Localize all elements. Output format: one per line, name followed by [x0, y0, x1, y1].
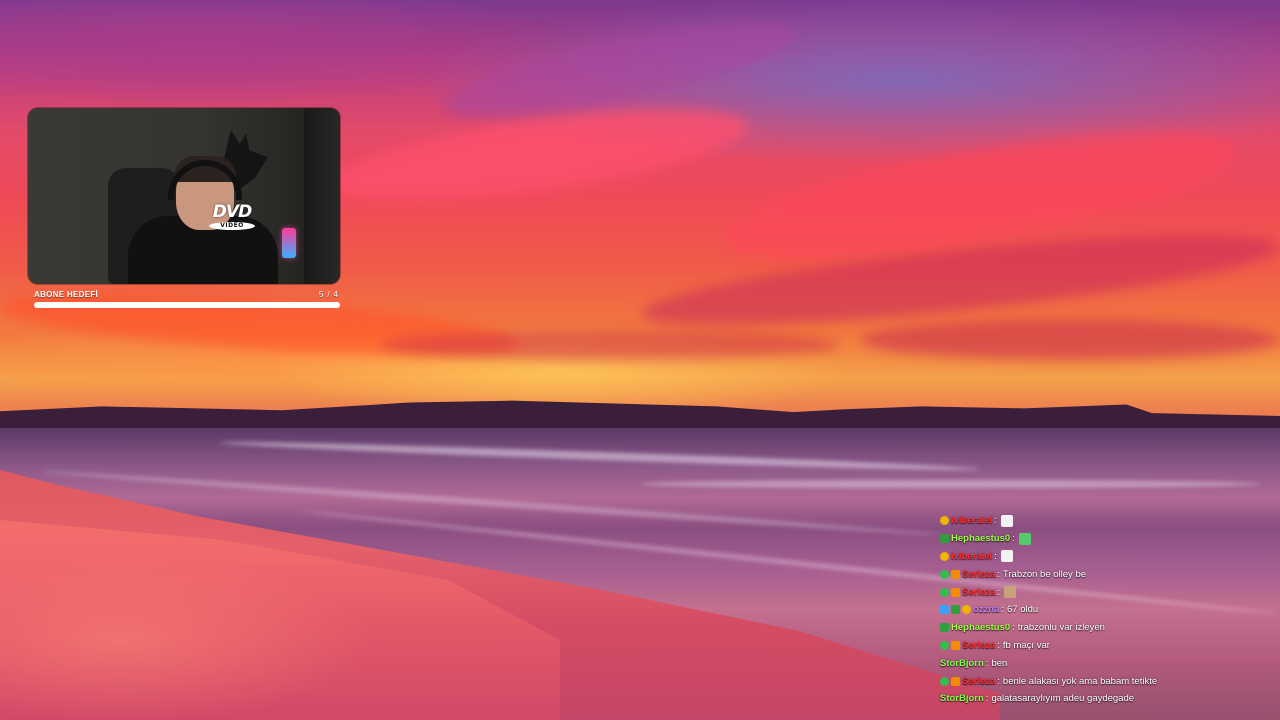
green-arrow-icon [951, 605, 960, 615]
chat-separator: : [1012, 533, 1015, 545]
chat-message: Serieza: Trabzon be olley be [940, 565, 1270, 583]
chat-separator: : [1012, 622, 1015, 634]
chat-separator: : [994, 550, 997, 562]
webcam-door [304, 108, 340, 284]
chat-text: 67 oldu [1007, 604, 1039, 616]
green-arrow-icon [940, 534, 949, 544]
chat-username[interactable]: Serieza [962, 569, 995, 580]
chat-separator: : [997, 568, 1000, 580]
sub-badge-icon [951, 640, 960, 650]
sub-badge-icon [951, 587, 960, 597]
chat-text: ben [991, 657, 1008, 669]
chat-separator: : [994, 515, 997, 527]
chat-separator: : [997, 675, 1000, 687]
chat-separator: : [1001, 604, 1005, 616]
chat-message: iviberaiel: [940, 548, 1270, 566]
green-emote-icon [1018, 532, 1031, 545]
chat-username[interactable]: StorBjorn [940, 658, 984, 669]
chat-username[interactable]: Hephaestus0 [951, 622, 1010, 633]
chat-text: trabzonlu var izleyen [1017, 622, 1105, 634]
chat-message: Serieza: benle alakası yok ama babam teti… [940, 672, 1270, 690]
webcam-overlay: DVD VIDEO [28, 108, 340, 284]
green-arrow-icon [940, 623, 949, 633]
goal-separator: / [327, 289, 330, 299]
goal-current: 5 [318, 289, 324, 299]
gold-coin-icon [940, 516, 949, 526]
goal-header: ABONE HEDEFİ 5/4 [34, 288, 340, 300]
chat-separator: : [997, 586, 1000, 598]
chat-text: benle alakası yok ama babam tetikte [1002, 675, 1158, 687]
dvd-logo-text: DVD [212, 202, 252, 222]
chat-text: Trabzon be olley be [1002, 568, 1087, 580]
chat-username[interactable]: Serieza [962, 676, 995, 687]
subscriber-goal: ABONE HEDEFİ 5/4 [34, 288, 340, 308]
white-emote-icon [1000, 514, 1013, 527]
goal-progress-bar [34, 302, 340, 308]
chat-message: Hephaestus0: trabzonlu var izleyen [940, 619, 1270, 637]
chat-message: Serieza: [940, 583, 1270, 601]
mod-check-icon [940, 569, 949, 579]
rgb-light [282, 228, 296, 258]
gold-coin-icon [940, 551, 949, 561]
chat-separator: : [997, 639, 1000, 651]
chat-username[interactable]: Serieza [962, 640, 995, 651]
gold-coin-icon [962, 605, 971, 615]
blue-badge-icon [940, 605, 949, 615]
chat-message: Serieza: fb maçı var [940, 637, 1270, 655]
chat-username[interactable]: iviberaiel [951, 551, 992, 562]
chat-username[interactable]: Serieza [962, 587, 995, 598]
dvd-logo-sub: VIDEO [209, 222, 255, 230]
cloud [380, 330, 840, 360]
goal-progress-fill [35, 303, 339, 307]
wave [640, 480, 1260, 488]
chat-username[interactable]: ozzna [973, 604, 999, 615]
mod-check-icon [940, 676, 949, 686]
chat-username[interactable]: StorBjorn [940, 693, 984, 704]
goal-target: 4 [333, 289, 338, 299]
sub-badge-icon [951, 676, 960, 686]
cloud [860, 320, 1280, 360]
chat-message: ozzna:67 oldu [940, 601, 1270, 619]
chat-message: Hephaestus0: [940, 530, 1270, 548]
chat-separator: : [985, 657, 989, 669]
white-emote-icon [1000, 550, 1013, 563]
chat-username[interactable]: iviberaiel [951, 515, 992, 526]
goal-label: ABONE HEDEFİ [34, 289, 99, 299]
mod-check-icon [940, 640, 949, 650]
chat-message: StorBjorn: galatasaraylıyım adeu gaydegad… [940, 690, 1270, 708]
chat-message: iviberaiel: [940, 512, 1270, 530]
face-emote-icon [1003, 586, 1016, 599]
goal-count: 5/4 [317, 290, 340, 299]
chat-message: StorBjorn: ben [940, 654, 1270, 672]
chat-text: galatasaraylıyım adeu gaydegade [991, 693, 1135, 705]
chat-text: fb maçı var [1002, 639, 1050, 651]
sub-badge-icon [951, 569, 960, 579]
chat-separator: : [985, 693, 989, 705]
mod-check-icon [940, 587, 949, 597]
chat-username[interactable]: Hephaestus0 [951, 533, 1010, 544]
dvd-logo: DVD VIDEO [204, 202, 260, 230]
chat-overlay: iviberaiel: Hephaestus0: iviberaiel: Seriez… [940, 512, 1270, 708]
